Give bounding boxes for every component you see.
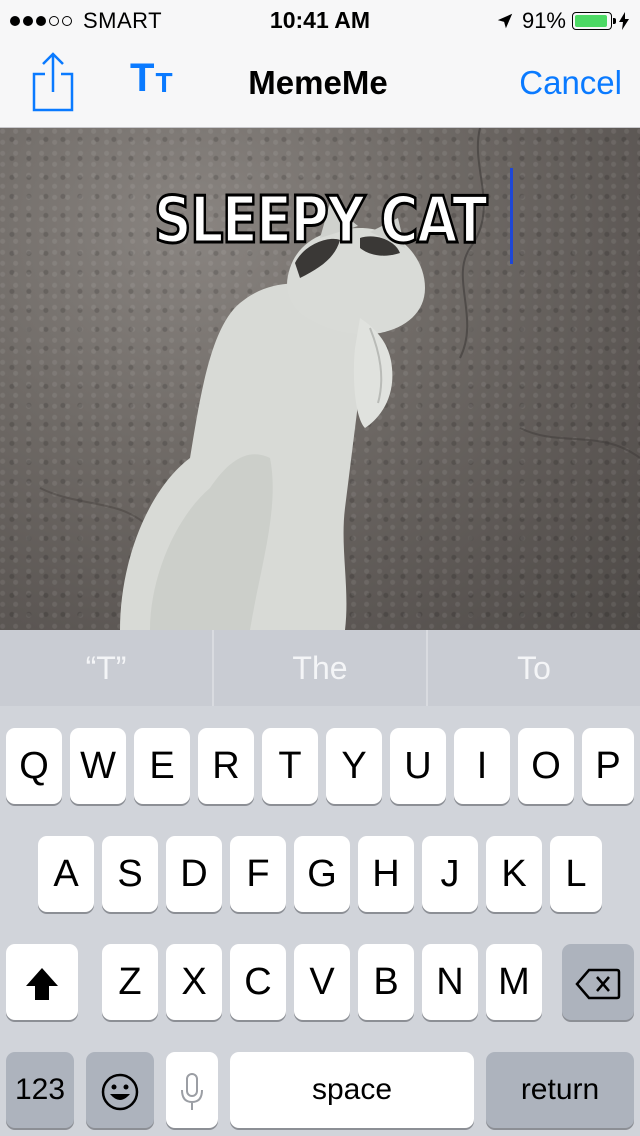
key-y[interactable]: Y [326,728,382,804]
backspace-icon [575,968,621,1000]
prediction-bar: “T” The To [0,630,640,706]
key-z[interactable]: Z [102,944,158,1020]
key-p[interactable]: P [582,728,634,804]
key-i[interactable]: I [454,728,510,804]
key-x[interactable]: X [166,944,222,1020]
battery-percent: 91% [521,8,566,33]
page-title: MemeMe [248,64,388,101]
meme-top-text[interactable]: SLEEPY CAT [58,183,583,260]
location-arrow-icon [497,13,513,29]
key-f[interactable]: F [230,836,286,912]
cancel-button[interactable]: Cancel [519,64,622,102]
prediction-2[interactable]: The [214,630,428,706]
key-e[interactable]: E [134,728,190,804]
emoji-icon [101,1073,139,1111]
delete-key[interactable] [562,944,634,1020]
space-key[interactable]: space [230,1052,474,1128]
key-m[interactable]: M [486,944,542,1020]
key-q[interactable]: Q [6,728,62,804]
emoji-key[interactable] [86,1052,154,1128]
key-b[interactable]: B [358,944,414,1020]
key-k[interactable]: K [486,836,542,912]
status-bar: SMART 10:41 AM 91% [0,0,640,40]
return-key[interactable]: return [486,1052,634,1128]
numbers-key[interactable]: 123 [6,1052,74,1128]
key-h[interactable]: H [358,836,414,912]
key-r[interactable]: R [198,728,254,804]
key-n[interactable]: N [422,944,478,1020]
status-right: 91% [496,8,630,34]
key-w[interactable]: W [70,728,126,804]
key-l[interactable]: L [550,836,602,912]
key-u[interactable]: U [390,728,446,804]
key-d[interactable]: D [166,836,222,912]
key-g[interactable]: G [294,836,350,912]
key-s[interactable]: S [102,836,158,912]
key-t[interactable]: T [262,728,318,804]
navigation-bar: T T MemeMe Cancel [0,40,640,128]
shift-key[interactable] [6,944,78,1020]
microphone-icon [181,1072,203,1110]
dictation-key[interactable] [166,1052,218,1128]
meme-image: SLEEPY CAT [0,128,640,630]
prediction-1[interactable]: “T” [0,630,214,706]
text-cursor [510,168,513,264]
key-o[interactable]: O [518,728,574,804]
charging-bolt-icon [619,12,629,30]
key-c[interactable]: C [230,944,286,1020]
shift-icon [26,967,58,1000]
keyboard: Q W E R T Y U I O P A S D F G H J K L Z … [0,706,640,1136]
key-v[interactable]: V [294,944,350,1020]
battery-icon [572,12,616,30]
prediction-3[interactable]: To [428,630,640,706]
key-a[interactable]: A [38,836,94,912]
key-j[interactable]: J [422,836,478,912]
